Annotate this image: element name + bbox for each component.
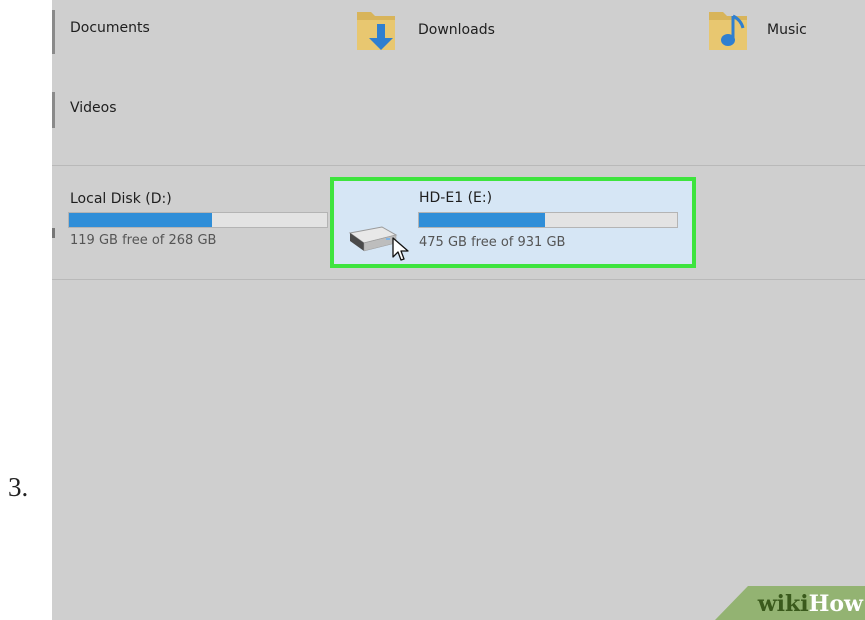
folder-downloads[interactable]: Downloads <box>355 4 605 60</box>
drive-hd-e1-e[interactable]: HD-E1 (E:) 475 GB free of 931 GB <box>330 177 696 268</box>
folder-label: Documents <box>70 20 150 36</box>
row-marker <box>52 92 55 128</box>
watermark-how: How <box>808 591 863 617</box>
music-folder-icon <box>709 12 747 50</box>
folder-music[interactable]: Music <box>707 4 865 60</box>
wikihow-watermark: wikiHow <box>715 586 865 620</box>
watermark-text: wikiHow <box>758 591 863 617</box>
edge-mark <box>52 228 55 238</box>
drive-name: Local Disk (D:) <box>70 191 172 207</box>
step-number: 3. <box>8 472 29 502</box>
folder-videos[interactable]: Videos <box>62 96 262 136</box>
drive-local-disk-d[interactable]: Local Disk (D:) 119 GB free of 268 GB <box>62 185 332 265</box>
drive-usage-fill <box>69 213 213 227</box>
folder-label: Downloads <box>418 22 495 38</box>
section-divider <box>52 165 865 166</box>
downloads-folder-icon <box>357 12 395 50</box>
watermark-wiki: wiki <box>757 591 809 617</box>
drive-name: HD-E1 (E:) <box>419 190 493 206</box>
drive-usage-fill <box>419 213 546 227</box>
drive-usage-bar <box>418 212 678 228</box>
row-marker <box>52 10 55 54</box>
folder-label: Music <box>767 22 807 38</box>
folder-documents[interactable]: Documents <box>62 14 262 54</box>
drive-free-space: 475 GB free of 931 GB <box>419 235 566 250</box>
file-explorer-pane: Documents Downloads Music Videos Local D… <box>52 0 865 620</box>
drive-usage-bar <box>68 212 328 228</box>
drive-free-space: 119 GB free of 268 GB <box>70 233 217 248</box>
folder-label: Videos <box>70 100 117 116</box>
hard-drive-icon <box>348 226 398 252</box>
section-divider <box>52 279 865 280</box>
mouse-cursor-icon <box>392 237 409 261</box>
